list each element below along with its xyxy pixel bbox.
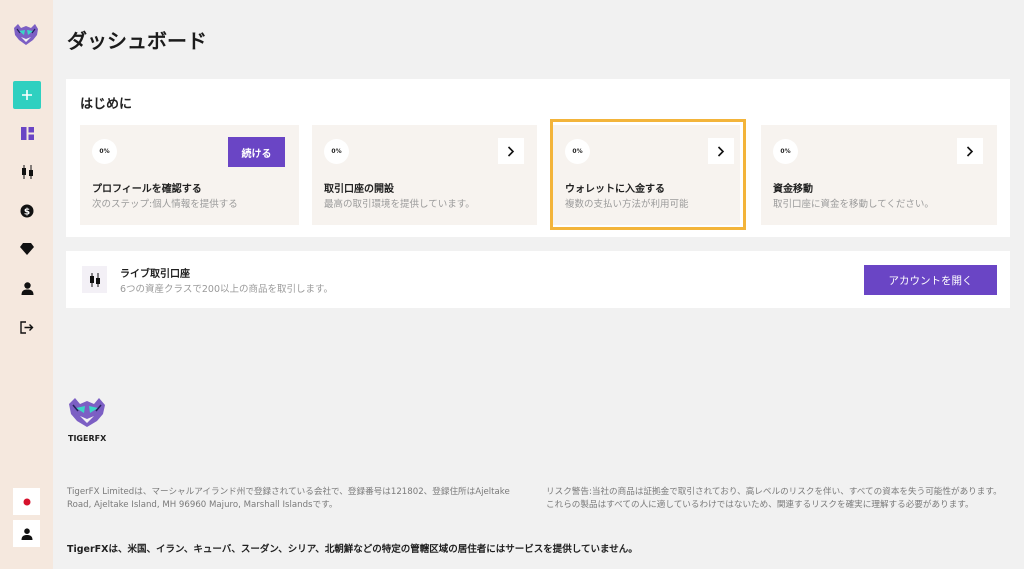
card-description: 次のステップ:個人情報を提供する [92, 199, 238, 210]
continue-button[interactable]: 続ける [228, 137, 285, 167]
brand-name: TIGERFX [68, 434, 107, 443]
progress-indicator: 0% [92, 139, 117, 164]
dollar-icon[interactable]: $ [13, 197, 41, 225]
live-account-description: 6つの資産クラスで200以上の商品を取引します。 [120, 284, 334, 295]
tiger-logo-icon [65, 396, 109, 430]
getting-started-heading: はじめに [80, 97, 133, 112]
risk-warning: リスク警告:当社の商品は証拠金で取引されており、高レベルのリスクを伴い、すべての… [546, 487, 1002, 510]
tiger-logo-icon[interactable] [11, 22, 41, 48]
plus-icon[interactable] [13, 81, 41, 109]
open-account-button[interactable]: アカウントを開く [864, 265, 997, 295]
card-title: プロフィールを確認する [92, 184, 202, 195]
profile-icon[interactable] [13, 520, 40, 547]
live-account-panel: ライブ取引口座 6つの資産クラスで200以上の商品を取引します。 アカウントを開… [66, 251, 1010, 308]
card-description: 取引口座に資金を移動してください。 [773, 199, 934, 210]
card-description: 最高の取引環境を提供しています。 [324, 199, 475, 210]
diamond-icon[interactable] [13, 235, 41, 263]
card-title: 取引口座の開設 [324, 184, 394, 195]
live-account-title: ライブ取引口座 [120, 269, 190, 280]
logout-icon[interactable] [13, 313, 41, 341]
japan-flag-icon[interactable] [13, 488, 40, 515]
page-title: ダッシュボード [67, 29, 207, 53]
highlight-frame [550, 119, 746, 230]
sidebar: $ [0, 0, 53, 569]
user-icon[interactable] [13, 274, 41, 302]
open-trading-account-card[interactable]: 0% 取引口座の開設 最高の取引環境を提供しています。 [312, 125, 537, 225]
candlestick-icon[interactable] [13, 158, 41, 186]
dashboard-icon[interactable] [13, 119, 41, 147]
company-info: TigerFX Limitedは、マーシャルアイランド州で登録されている会社で、… [67, 487, 510, 510]
jurisdiction-notice: TigerFXは、米国、イラン、キューバ、スーダン、シリア、北朝鮮などの特定の管… [67, 544, 638, 555]
profile-card[interactable]: 0% 続ける プロフィールを確認する 次のステップ:個人情報を提供する [80, 125, 299, 225]
chevron-right-icon[interactable] [498, 138, 524, 164]
transfer-funds-card[interactable]: 0% 資金移動 取引口座に資金を移動してください。 [761, 125, 997, 225]
progress-indicator: 0% [324, 139, 349, 164]
getting-started-panel: はじめに 0% 続ける プロフィールを確認する 次のステップ:個人情報を提供する… [66, 79, 1010, 237]
card-title: 資金移動 [773, 184, 813, 195]
svg-text:$: $ [24, 207, 30, 217]
candlestick-icon [82, 266, 107, 293]
chevron-right-icon[interactable] [957, 138, 983, 164]
progress-indicator: 0% [773, 139, 798, 164]
